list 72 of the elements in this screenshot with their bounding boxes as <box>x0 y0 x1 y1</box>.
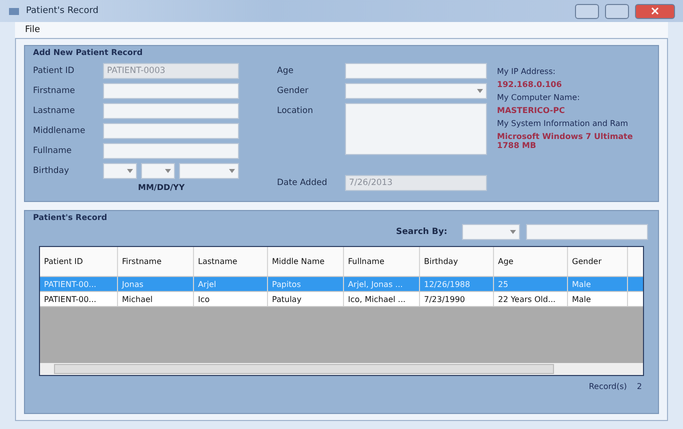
column-header[interactable]: Fullname <box>344 247 420 276</box>
table-cell: 25 <box>494 277 568 291</box>
input-field[interactable] <box>103 123 239 139</box>
record-count: 2 <box>636 382 642 391</box>
info-value: 192.168.0.106 <box>497 80 563 89</box>
column-header[interactable]: Lastname <box>194 247 268 276</box>
field-label: Date Added <box>277 177 328 188</box>
info-value: MASTERICO-PC <box>497 106 566 115</box>
table-cell: Male <box>568 292 628 306</box>
table-cell: Jonas <box>118 277 194 291</box>
column-header[interactable]: Patient ID <box>40 247 118 276</box>
info-value: Microsoft Windows 7 Ultimate 1788 MB <box>497 132 634 150</box>
caret-icon <box>510 230 516 234</box>
minimize-button[interactable] <box>575 4 599 18</box>
caret-icon <box>165 169 171 173</box>
table-cell: Ico <box>194 292 268 306</box>
group-title: Add New Patient Record <box>33 48 144 57</box>
location-field[interactable] <box>345 103 487 155</box>
info-label: My Computer Name: <box>497 93 581 102</box>
date-format-hint: MM/DD/YY <box>138 183 185 192</box>
table-cell: 7/23/1990 <box>420 292 494 306</box>
column-header[interactable]: Middle Name <box>268 247 344 276</box>
close-icon <box>651 7 659 15</box>
field-label: Fullname <box>33 145 73 156</box>
column-header[interactable]: Gender <box>568 247 628 276</box>
record-count-label: Record(s) <box>588 382 627 391</box>
gender-dropdown[interactable] <box>345 83 487 99</box>
table-cell: Patulay <box>268 292 344 306</box>
search-field[interactable] <box>526 224 648 240</box>
input-field[interactable] <box>103 103 239 119</box>
window-title: Patient's Record <box>26 6 98 16</box>
field-label: Middlename <box>33 125 86 136</box>
field-label: Gender <box>277 85 310 96</box>
input-field[interactable] <box>103 83 239 99</box>
field-label: Birthday <box>33 165 70 176</box>
field-label: Location <box>277 105 314 116</box>
table-cell: Ico, Michael ... <box>344 292 420 306</box>
table-cell: Michael <box>118 292 194 306</box>
field-label: Age <box>277 65 294 76</box>
horizontal-scrollbar[interactable] <box>40 363 643 375</box>
info-label: My System Information and Ram <box>497 119 630 128</box>
field-label: Firstname <box>33 85 76 96</box>
search-dropdown[interactable] <box>462 224 520 240</box>
caret-icon <box>229 169 235 173</box>
app-icon <box>8 6 20 16</box>
month-dropdown[interactable] <box>103 163 137 179</box>
column-header[interactable]: Firstname <box>118 247 194 276</box>
column-header[interactable]: Age <box>494 247 568 276</box>
table-row[interactable]: PATIENT-00... Michael Ico Patulay Ico, Michael ... 7/23/1990 22 Years Old... Male <box>40 292 643 307</box>
table-cell: Arjel, Jonas ... <box>344 277 420 291</box>
field-label: Lastname <box>33 105 76 116</box>
table-cell: PATIENT-00... <box>40 277 118 291</box>
table-cell: Male <box>568 277 628 291</box>
search-label: Search By: <box>396 227 448 237</box>
column-header[interactable]: Birthday <box>420 247 494 276</box>
info-label: My IP Address: <box>497 67 556 76</box>
table-cell: Arjel <box>194 277 268 291</box>
group-title: Patient's Record <box>33 213 108 222</box>
caret-icon <box>127 169 133 173</box>
input-field[interactable] <box>103 143 239 159</box>
input-field[interactable] <box>345 63 487 79</box>
year-dropdown[interactable] <box>179 163 239 179</box>
caret-icon <box>477 89 483 93</box>
field-label: Patient ID <box>33 65 76 76</box>
table-cell: 22 Years Old... <box>494 292 568 306</box>
maximize-button[interactable] <box>605 4 629 18</box>
close-button[interactable] <box>635 4 675 18</box>
table-cell: PATIENT-00... <box>40 292 118 306</box>
day-dropdown[interactable] <box>141 163 175 179</box>
menu-item[interactable]: File <box>25 25 40 35</box>
table-cell: Papitos <box>268 277 344 291</box>
table-cell: 12/26/1988 <box>420 277 494 291</box>
